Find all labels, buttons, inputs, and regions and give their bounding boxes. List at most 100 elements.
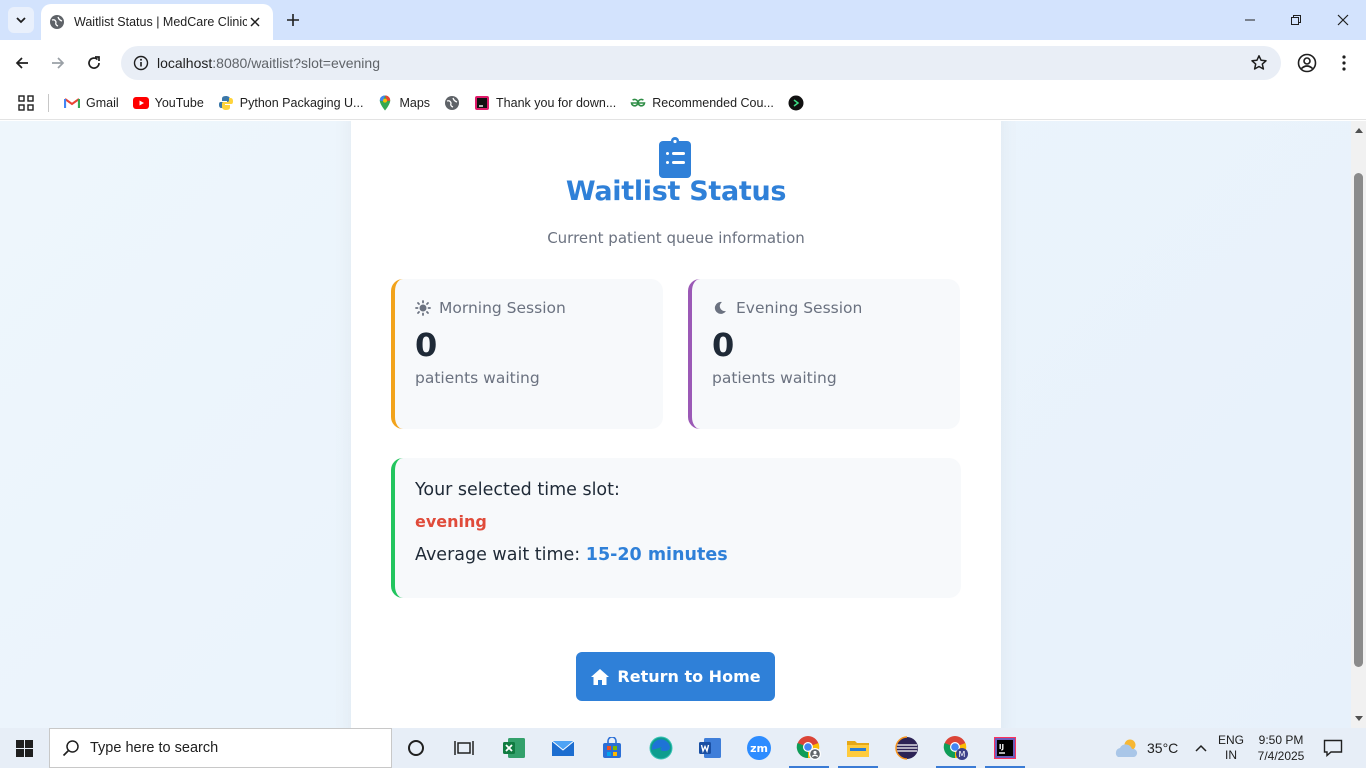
gmail-icon [64,95,80,111]
svg-text:M: M [959,750,966,759]
evening-unit: patients waiting [712,369,837,387]
word-icon [699,738,721,758]
address-bar[interactable]: localhost:8080/waitlist?slot=evening [121,46,1281,80]
morning-session-label: Morning Session [439,299,566,317]
bookmark-recommended[interactable]: Recommended Cou... [623,89,781,117]
search-icon [62,740,79,757]
back-button[interactable] [8,49,36,77]
partly-cloudy-icon [1115,739,1138,757]
word-app[interactable] [686,728,734,768]
globe-icon [50,15,64,29]
close-tab-icon[interactable] [247,14,263,30]
chevron-down-icon [16,17,26,24]
tray-overflow-button[interactable] [1191,728,1211,768]
profile-icon [1297,53,1317,73]
tab-search-button[interactable] [8,7,34,33]
page-scrollbar[interactable] [1351,121,1366,728]
svg-text:IJ: IJ [999,743,1004,751]
new-tab-button[interactable] [281,8,305,32]
globe-icon [444,95,460,111]
zoom-app[interactable]: zm [735,728,783,768]
browser-toolbar: localhost:8080/waitlist?slot=evening [0,40,1366,86]
bookmark-dark-circle[interactable] [781,89,811,117]
bookmark-youtube[interactable]: YouTube [126,89,211,117]
scroll-up-icon[interactable] [1354,125,1363,134]
chrome-app[interactable] [785,728,833,768]
average-wait-value: 15-20 minutes [585,545,728,565]
weather-temperature: 35°C [1147,740,1179,756]
bookmark-thank-you[interactable]: Thank you for down... [467,89,623,117]
cortana-button[interactable] [392,728,440,768]
page-viewport: Waitlist Status Current patient queue in… [0,121,1351,728]
chrome-profile-app[interactable]: M [932,728,980,768]
profile-button[interactable] [1295,51,1319,75]
evening-session-label: Evening Session [736,299,863,317]
intellij-app[interactable]: IJ [981,728,1029,768]
bookmark-maps[interactable]: Maps [370,89,437,117]
page-title: Waitlist Status [565,176,787,207]
scroll-down-icon[interactable] [1354,714,1363,723]
forward-button[interactable] [44,49,72,77]
selected-slot-value: evening [415,512,487,531]
mail-icon [551,740,575,756]
morning-count: 0 [415,326,438,364]
intellij-icon: IJ [994,737,1016,759]
chrome-icon [796,736,821,760]
start-button[interactable] [0,728,48,768]
store-icon [603,737,621,758]
restore-button[interactable] [1273,0,1319,40]
notifications-button[interactable] [1322,728,1344,768]
average-wait: Average wait time: 15-20 minutes [415,545,728,565]
windows-taskbar: Type here to search zm M IJ 35°C ENG IN … [0,728,1366,768]
clock[interactable]: 9:50 PM 7/4/2025 [1253,728,1309,768]
bookmark-gmail[interactable]: Gmail [57,89,126,117]
bookmark-star-icon[interactable] [1249,53,1269,73]
browser-menu-button[interactable] [1332,51,1356,75]
evening-count: 0 [712,326,735,364]
site-info-icon[interactable] [125,46,157,80]
mail-app[interactable] [539,728,587,768]
scrollbar-thumb[interactable] [1354,173,1363,667]
clipboard-list-icon [659,137,691,178]
tab-title: Waitlist Status | MedCare Clinic [74,15,247,29]
morning-session-card: Morning Session 0 patients waiting [391,279,663,429]
arrow-left-icon [15,57,28,69]
return-home-button[interactable]: Return to Home [576,652,775,701]
task-view-button[interactable] [440,728,488,768]
dark-circle-icon [788,95,804,111]
selected-slot-label: Your selected time slot: [415,480,620,500]
browser-tab[interactable]: Waitlist Status | MedCare Clinic [41,4,273,40]
language-indicator[interactable]: ENG IN [1218,728,1244,768]
weather-widget[interactable]: 35°C [1113,728,1178,768]
clock-time: 9:50 PM [1258,733,1304,747]
eclipse-app[interactable] [883,728,931,768]
edge-app[interactable] [637,728,685,768]
apps-grid-icon[interactable] [14,91,38,115]
maps-icon [377,95,393,111]
bookmark-python-packaging[interactable]: Python Packaging U... [211,89,371,117]
taskbar-search-placeholder: Type here to search [90,740,219,756]
restore-icon [1291,15,1301,25]
minimize-button[interactable] [1227,0,1273,40]
reload-button[interactable] [80,49,108,77]
windows-logo-icon [15,739,33,757]
bookmark-globe[interactable] [437,89,467,117]
tab-strip: Waitlist Status | MedCare Clinic [0,0,1366,40]
bookmarks-divider [48,93,49,112]
store-app[interactable] [588,728,636,768]
evening-session-card: Evening Session 0 patients waiting [688,279,960,429]
file-explorer-app[interactable] [834,728,882,768]
taskbar-search[interactable]: Type here to search [49,728,392,768]
gfg-icon [630,95,646,111]
reload-icon [88,56,100,69]
url-text: localhost:8080/waitlist?slot=evening [157,55,380,71]
kebab-menu-icon [1342,55,1346,71]
close-window-button[interactable] [1320,0,1366,40]
svg-text:zm: zm [750,742,768,755]
cortana-icon [408,740,424,756]
excel-app[interactable] [490,728,538,768]
edge-icon [649,736,673,760]
arrow-right-icon [52,57,65,69]
morning-unit: patients waiting [415,369,540,387]
page-subtitle: Current patient queue information [547,229,805,247]
